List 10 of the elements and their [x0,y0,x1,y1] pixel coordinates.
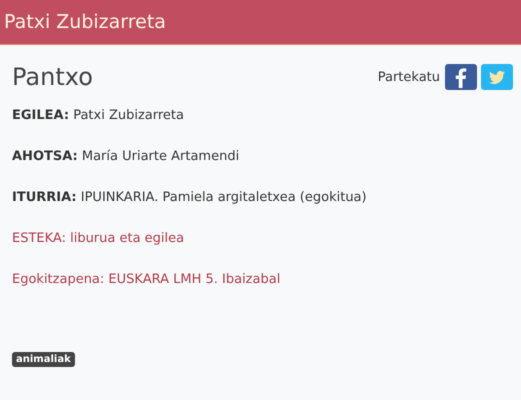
share-label: Partekatu [378,70,440,84]
credit-link[interactable]: ESTEKA: liburua eta egilea [12,231,184,246]
story-title: Pantxo [12,63,93,91]
credit-line: ITURRIA: IPUINKARIA. Pamiela argitaletxea (egokitua) [12,189,368,207]
facebook-icon[interactable] [445,64,477,90]
credit-line: AHOTSA: María Uriarte Artamendi [12,148,240,166]
credit-link[interactable]: Egokitzapena: EUSKARA LMH 5. Ibaizabal [12,272,280,287]
author-title: Patxi Zubizarreta [4,11,166,33]
tag-badge[interactable]: animaliak [12,352,75,367]
credit-line: EGILEA: Patxi Zubizarreta [12,107,185,125]
